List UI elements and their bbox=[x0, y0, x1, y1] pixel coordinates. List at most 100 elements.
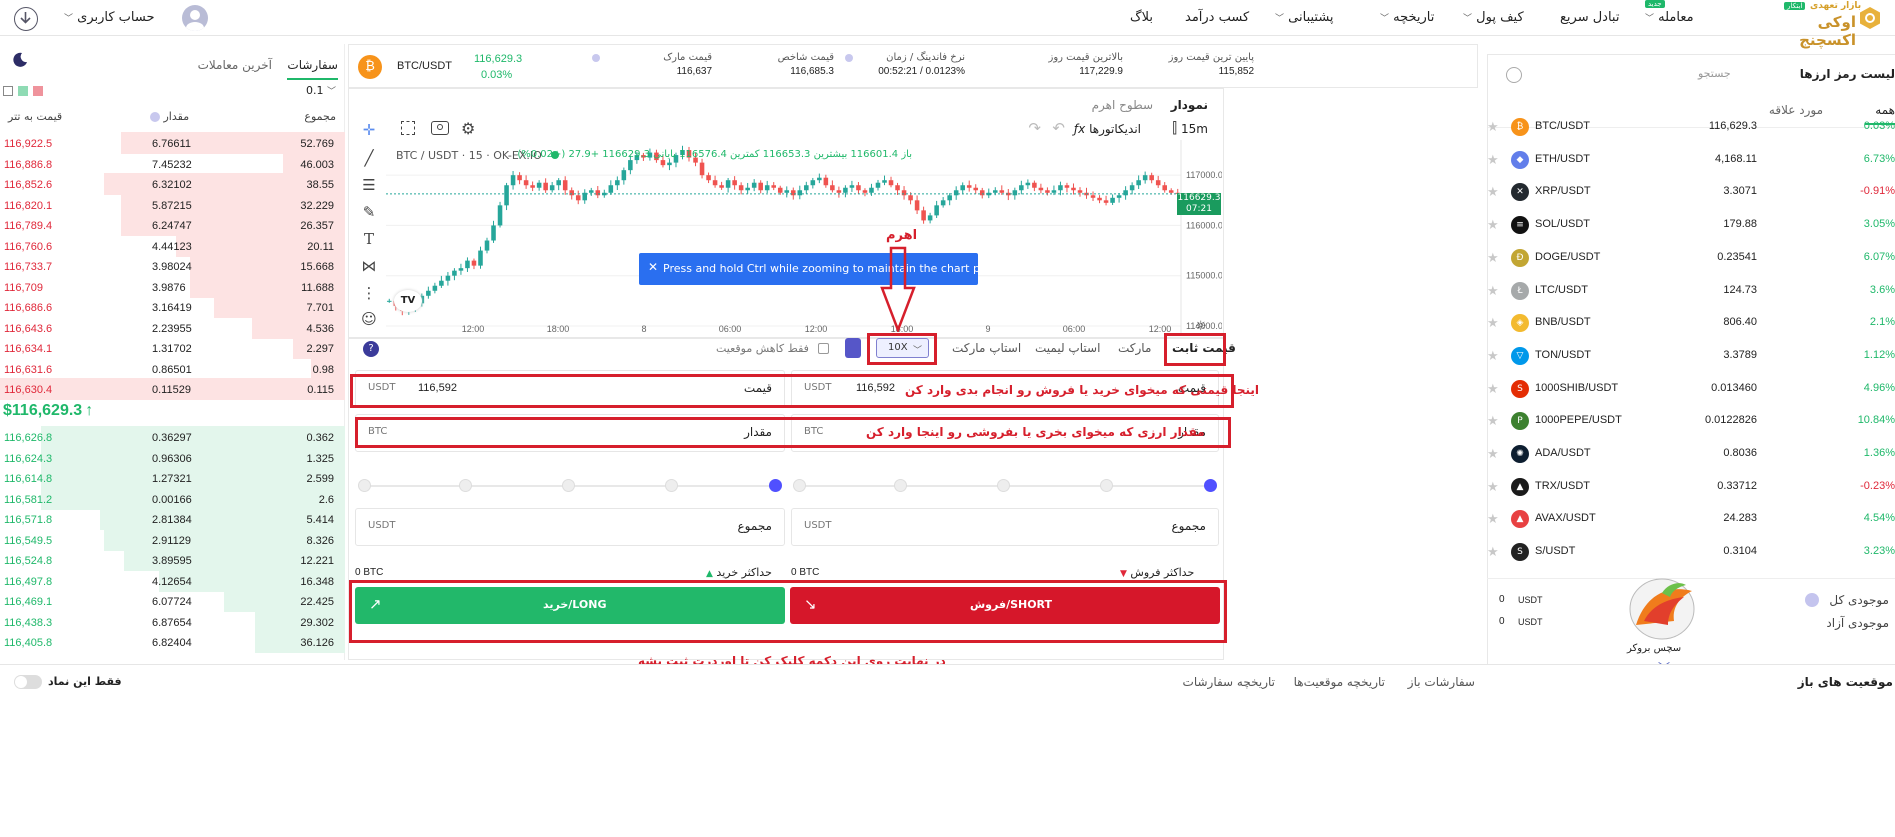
sell-total-field[interactable]: USDT مجموع bbox=[791, 508, 1219, 546]
slider-handle[interactable] bbox=[1204, 479, 1217, 492]
star-icon[interactable]: ★ bbox=[1487, 153, 1499, 168]
star-icon[interactable]: ★ bbox=[1487, 480, 1499, 495]
avatar[interactable] bbox=[182, 5, 208, 31]
buy-long-button[interactable]: ↗ خرید/LONG bbox=[355, 587, 785, 624]
candle-body bbox=[523, 180, 529, 186]
account-menu[interactable]: ﹀ حساب کاربری bbox=[64, 10, 155, 25]
text-tool-icon[interactable]: T bbox=[357, 227, 381, 251]
nav-item-swap[interactable]: تبادل سریع bbox=[1560, 10, 1619, 25]
candle-type-icon[interactable]: ⫿ bbox=[1172, 119, 1177, 137]
moon-icon[interactable] bbox=[12, 52, 28, 68]
tab-orders[interactable]: سفارشات bbox=[287, 58, 338, 80]
undo-icon[interactable]: ↶ bbox=[1052, 119, 1065, 137]
buy-price-field[interactable]: USDT 116,592 قیمت bbox=[355, 370, 785, 408]
buy-amount-slider[interactable] bbox=[358, 479, 782, 492]
leverage-select[interactable]: 10X ﹀ bbox=[876, 338, 929, 358]
markets-search-input[interactable]: جستجو bbox=[1698, 67, 1731, 80]
help-icon[interactable]: ? bbox=[363, 341, 379, 357]
slider-step[interactable] bbox=[997, 479, 1010, 492]
slider-handle[interactable] bbox=[769, 479, 782, 492]
order-type-stop-limit[interactable]: استاپ لیمیت bbox=[1035, 341, 1100, 355]
star-icon[interactable]: ★ bbox=[1487, 316, 1499, 331]
zoom-toast[interactable]: ✕ Press and hold Ctrl while zooming to m… bbox=[639, 253, 1017, 285]
calculator-icon[interactable] bbox=[845, 338, 861, 358]
candle-body bbox=[810, 180, 816, 186]
ob-total: 0.98 bbox=[312, 363, 334, 376]
only-this-symbol-toggle[interactable] bbox=[14, 675, 42, 689]
star-icon[interactable]: ★ bbox=[1487, 512, 1499, 527]
market-row[interactable]: ★ S S/USDT 0.3104 3.23% bbox=[1487, 533, 1895, 572]
star-icon[interactable]: ★ bbox=[1487, 218, 1499, 233]
chart-settings-icon[interactable]: ☼ bbox=[1195, 319, 1207, 334]
tab-position-history[interactable]: تاریخچه موقعیت‌ها bbox=[1294, 675, 1385, 689]
coin-icon: P bbox=[1511, 412, 1529, 431]
slider-step[interactable] bbox=[793, 479, 806, 492]
nav-item-blog[interactable]: بلاگ bbox=[1130, 10, 1153, 25]
star-icon[interactable]: ★ bbox=[1487, 382, 1499, 397]
tab-open-orders[interactable]: سفارشات باز bbox=[1408, 675, 1475, 689]
star-icon[interactable]: ★ bbox=[1487, 545, 1499, 560]
tab-open-positions[interactable]: موقعیت های باز bbox=[1798, 675, 1893, 689]
ob-qty: 6.32102 bbox=[152, 179, 192, 191]
trend-line-icon[interactable]: ╱ bbox=[357, 146, 381, 170]
nav-item-earn[interactable]: کسب درآمد bbox=[1185, 10, 1249, 25]
ticker-pair[interactable]: BTC/USDT bbox=[397, 60, 452, 72]
star-icon[interactable]: ★ bbox=[1487, 185, 1499, 200]
reduce-only-checkbox[interactable] bbox=[818, 343, 829, 354]
book-view-bids-icon[interactable] bbox=[18, 86, 28, 96]
brush-icon[interactable]: ✎ bbox=[357, 200, 381, 224]
fullscreen-icon[interactable] bbox=[401, 121, 415, 135]
slider-step[interactable] bbox=[562, 479, 575, 492]
emoji-icon[interactable]: ☺ bbox=[357, 307, 381, 331]
tab-order-history[interactable]: تاریخچه سفارشات bbox=[1183, 675, 1275, 689]
fib-retracement-icon[interactable]: ☰ bbox=[357, 173, 381, 197]
slider-step[interactable] bbox=[459, 479, 472, 492]
pattern-icon[interactable]: ⋈ bbox=[357, 254, 381, 278]
nav-item-history[interactable]: ﹀ تاریخچه bbox=[1380, 10, 1434, 25]
chart-tab-chart[interactable]: نمودار bbox=[1171, 98, 1208, 112]
interval-select[interactable]: 15m bbox=[1181, 122, 1208, 136]
ticker-change: 0.03% bbox=[481, 69, 513, 81]
sell-amount-slider[interactable] bbox=[793, 479, 1217, 492]
redo-icon[interactable]: ↷ bbox=[1028, 119, 1041, 137]
book-view-both-icon[interactable] bbox=[3, 86, 13, 96]
slider-step[interactable] bbox=[358, 479, 371, 492]
circle-toggle-icon[interactable] bbox=[1506, 67, 1522, 83]
crosshair-icon[interactable]: ✛ bbox=[357, 118, 381, 142]
candle-body bbox=[973, 187, 979, 191]
star-icon[interactable]: ★ bbox=[1487, 120, 1499, 135]
ob-total: 22.425 bbox=[300, 596, 334, 608]
tab-recent-trades[interactable]: آخرین معاملات bbox=[198, 58, 272, 72]
brand-logo[interactable]: ابتکار بازار تعهدی اوکی اکسچنج bbox=[1728, 1, 1888, 49]
market-symbol: BNB/USDT bbox=[1535, 316, 1591, 329]
download-icon[interactable] bbox=[14, 7, 38, 31]
book-view-asks-icon[interactable] bbox=[33, 86, 43, 96]
indicators-button[interactable]: ƒx اندیکاتورها bbox=[1070, 122, 1141, 136]
ticker-stat-value: 115,852 bbox=[1218, 66, 1254, 77]
measure-icon[interactable]: ⋮ bbox=[357, 281, 381, 305]
order-type-market[interactable]: مارکت bbox=[1118, 341, 1151, 355]
star-icon[interactable]: ★ bbox=[1487, 284, 1499, 299]
nav-item-trade[interactable]: جدید ﹀ معامله bbox=[1645, 0, 1694, 25]
price-chart[interactable]: 117000.0116000.0115000.0114000.012:00 18:… bbox=[386, 140, 1222, 336]
order-type-stop-market[interactable]: استاپ مارکت bbox=[952, 341, 1021, 355]
chart-tab-leverage-levels[interactable]: سطوح اهرم bbox=[1092, 98, 1153, 112]
camera-icon[interactable] bbox=[431, 121, 449, 135]
close-icon[interactable]: ✕ bbox=[648, 260, 658, 274]
star-icon[interactable]: ★ bbox=[1487, 349, 1499, 364]
buy-total-field[interactable]: USDT مجموع bbox=[355, 508, 785, 546]
sell-short-button[interactable]: ↘ فروش/SHORT bbox=[790, 587, 1220, 624]
buy-amount-field[interactable]: BTC مقدار bbox=[355, 414, 785, 452]
nav-item-wallet[interactable]: ﹀ کیف پول bbox=[1463, 10, 1524, 25]
precision-select[interactable]: 0.1 ﹀ bbox=[306, 84, 336, 97]
order-type-limit[interactable]: قیمت ثابت bbox=[1172, 341, 1236, 355]
star-icon[interactable]: ★ bbox=[1487, 251, 1499, 266]
slider-step[interactable] bbox=[665, 479, 678, 492]
market-change: 2.1% bbox=[1869, 316, 1895, 329]
gear-icon[interactable]: ⚙ bbox=[461, 119, 475, 138]
slider-step[interactable] bbox=[894, 479, 907, 492]
slider-step[interactable] bbox=[1100, 479, 1113, 492]
nav-item-support[interactable]: ﹀ پشتیبانی bbox=[1275, 10, 1334, 25]
star-icon[interactable]: ★ bbox=[1487, 447, 1499, 462]
star-icon[interactable]: ★ bbox=[1487, 414, 1499, 429]
